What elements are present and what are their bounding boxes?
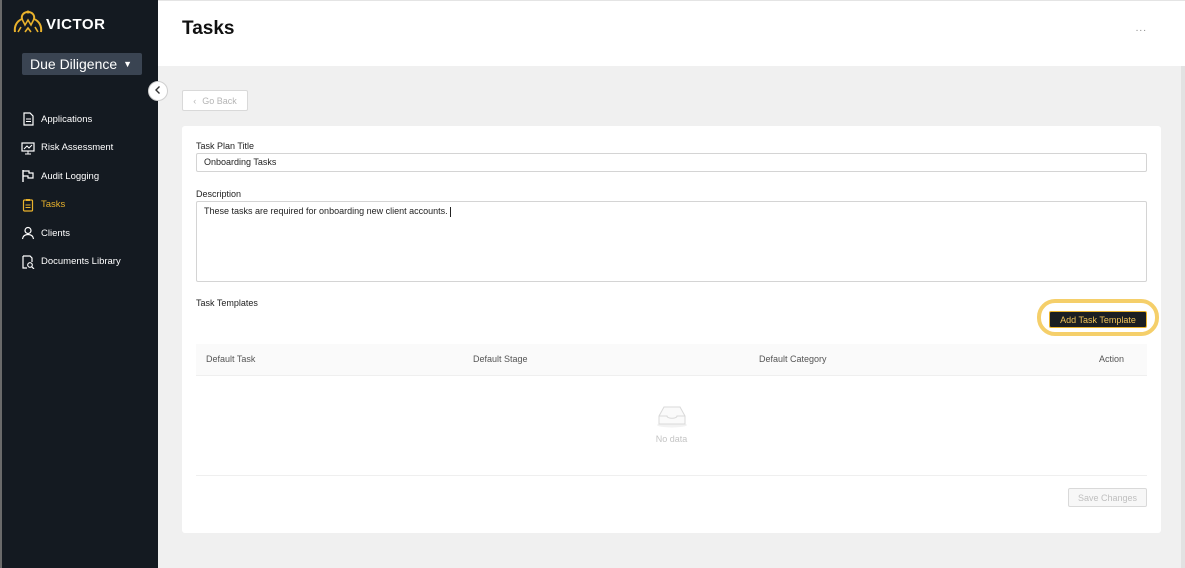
sidebar: VICTOR Due Diligence ▼ Applications Risk… [0, 0, 158, 568]
flag-icon [21, 169, 35, 183]
add-task-template-button[interactable]: Add Task Template [1049, 311, 1147, 328]
description-label: Description [196, 189, 242, 199]
description-textarea[interactable]: These tasks are required for onboarding … [196, 201, 1147, 282]
sidebar-item-tasks[interactable]: Tasks [2, 191, 160, 220]
sidebar-item-risk-assessment[interactable]: Risk Assessment [2, 134, 160, 163]
clipboard-icon [21, 198, 35, 212]
text-cursor [449, 206, 451, 217]
sidebar-item-clients[interactable]: Clients [2, 219, 160, 248]
task-plan-title-value: Onboarding Tasks [204, 157, 277, 167]
sidebar-item-label: Risk Assessment [41, 142, 114, 154]
document-icon [21, 112, 35, 126]
user-icon [21, 226, 35, 240]
description-value: These tasks are required for onboarding … [204, 206, 448, 216]
sidebar-item-documents-library[interactable]: Documents Library [2, 248, 160, 277]
empty-text: No data [655, 434, 688, 444]
sidebar-item-applications[interactable]: Applications [2, 105, 160, 134]
caret-down-icon: ▼ [123, 59, 133, 69]
task-plan-title-input[interactable]: Onboarding Tasks [196, 153, 1147, 172]
task-plan-card: Task Plan Title Onboarding Tasks Descrip… [182, 126, 1161, 533]
task-templates-label: Task Templates [196, 298, 258, 308]
sidebar-item-label: Applications [41, 113, 93, 125]
chevron-left-icon: ‹ [193, 95, 197, 106]
logo-text: VICTOR [46, 15, 106, 33]
sidebar-item-label: Audit Logging [41, 170, 100, 182]
scrollbar[interactable] [1181, 66, 1185, 568]
save-changes-button[interactable]: Save Changes [1068, 488, 1147, 507]
page-title: Tasks [182, 18, 235, 39]
sidebar-item-label: Documents Library [41, 256, 121, 268]
sidebar-item-label: Tasks [41, 199, 66, 211]
task-plan-title-label: Task Plan Title [196, 141, 255, 151]
collapse-sidebar-button[interactable] [148, 81, 168, 101]
presentation-chart-icon [21, 141, 35, 155]
module-select[interactable]: Due Diligence ▼ [22, 53, 142, 75]
column-default-task: Default Task [206, 354, 256, 364]
column-action: Action [1099, 354, 1125, 364]
go-back-label: Go Back [202, 95, 237, 106]
sidebar-nav: Applications Risk Assessment Audit Loggi… [2, 105, 160, 276]
sidebar-item-audit-logging[interactable]: Audit Logging [2, 162, 160, 191]
go-back-button[interactable]: ‹ Go Back [182, 90, 248, 111]
victor-logo[interactable]: VICTOR [12, 10, 105, 38]
column-default-category: Default Category [759, 354, 827, 364]
sidebar-item-label: Clients [41, 227, 71, 239]
table-header: Default Task Default Stage Default Categ… [196, 344, 1147, 376]
table-empty-state: No data [196, 376, 1147, 476]
more-options-icon[interactable]: ... [1136, 23, 1147, 34]
column-default-stage: Default Stage [473, 354, 528, 364]
lion-logo-icon [12, 8, 44, 41]
module-select-label: Due Diligence [30, 56, 118, 72]
empty-inbox-icon [655, 404, 689, 428]
document-search-icon [21, 255, 35, 269]
page-header: Tasks ... [158, 0, 1185, 66]
chevron-left-icon [153, 82, 163, 100]
